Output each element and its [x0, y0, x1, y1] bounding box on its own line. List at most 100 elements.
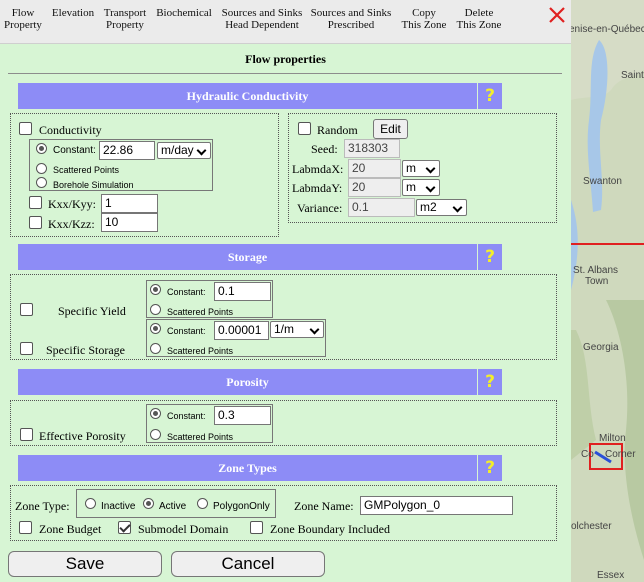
zone-boundary-label: Zone Boundary Included [270, 522, 390, 536]
zone-budget-label: Zone Budget [39, 522, 102, 536]
copy-zone-button[interactable]: Copy This Zone [400, 7, 448, 31]
porosity-input[interactable]: 0.3 [214, 406, 271, 425]
edit-button[interactable]: Edit [373, 119, 408, 139]
random-checkbox[interactable] [298, 122, 311, 135]
map-label: olchester [571, 521, 612, 532]
kxx-kzz-input[interactable]: 10 [101, 213, 158, 232]
specific-yield-input[interactable]: 0.1 [214, 282, 271, 301]
tab-elevation-label: Elevation [51, 7, 95, 19]
kxx-kyy-checkbox[interactable] [29, 196, 42, 209]
lambdax-label: LabmdaX: [292, 162, 344, 176]
specific-storage-label: Specific Storage [46, 343, 125, 357]
lambdax-input[interactable]: 20 [348, 159, 401, 178]
map-label: Town [585, 276, 609, 287]
delete-zone-button[interactable]: Delete This Zone [455, 7, 503, 31]
ss-constant-radio[interactable] [150, 323, 161, 334]
conductivity-scattered-radio[interactable] [36, 163, 47, 174]
conductivity-unit-select[interactable]: m/day [157, 142, 211, 159]
zone-name-input[interactable]: GMPolygon_0 [360, 496, 513, 515]
tab-transport-line2: Property [106, 19, 144, 31]
zone-inactive-label: Inactive [101, 501, 136, 512]
effective-porosity-label: Effective Porosity [39, 429, 126, 443]
ss-scattered-label: Scattered Points [167, 346, 234, 356]
kxx-kzz-checkbox[interactable] [29, 216, 42, 229]
map-label: Swanton [583, 176, 622, 187]
porosity-scattered-label: Scattered Points [167, 432, 234, 442]
variance-unit-select[interactable]: m2 [416, 199, 467, 216]
map-view[interactable]: enise-en-Québec Saint Swanton St. Albans… [571, 0, 644, 582]
map-label: Georgia [583, 342, 619, 353]
delete-zone-line1: Delete [464, 7, 494, 19]
specific-storage-input[interactable]: 0.00001 [214, 321, 269, 340]
variance-input[interactable]: 0.1 [348, 198, 415, 217]
lambday-unit-select[interactable]: m [402, 179, 440, 196]
kxx-kyy-label: Kxx/Kyy: [48, 197, 96, 211]
section-header-porosity: Porosity [18, 369, 477, 395]
zone-active-radio[interactable] [143, 498, 154, 509]
kxx-kyy-input[interactable]: 1 [101, 194, 158, 213]
specific-storage-checkbox[interactable] [20, 342, 33, 355]
section-header-zone-types: Zone Types [18, 455, 477, 481]
tab-flow-property[interactable]: Flow Property [3, 7, 43, 31]
conductivity-checkbox[interactable] [19, 122, 32, 135]
variance-label: Variance: [297, 201, 343, 215]
tab-sources-sinks-prescribed[interactable]: Sources and Sinks Prescribed [309, 7, 393, 31]
effective-porosity-checkbox[interactable] [20, 428, 33, 441]
tab-ss-head-line2: Head Dependent [225, 19, 299, 31]
tab-transport-line1: Transport [103, 7, 147, 19]
zone-polygon-only-label: PolygonOnly [213, 501, 270, 512]
zone-inactive-radio[interactable] [85, 498, 96, 509]
conductivity-constant-radio[interactable] [36, 143, 47, 154]
map-label: Co [581, 449, 594, 460]
help-zone-types-button[interactable]: ? [478, 455, 502, 481]
random-label: Random [317, 123, 358, 137]
zone-active-label: Active [159, 501, 187, 512]
help-icon: ? [485, 247, 495, 267]
tab-ss-head-line1: Sources and Sinks [221, 7, 303, 19]
zone-boundary-checkbox[interactable] [250, 521, 263, 534]
cancel-button[interactable]: Cancel [171, 551, 325, 577]
delete-zone-line2: This Zone [456, 19, 502, 31]
specific-yield-checkbox[interactable] [20, 303, 33, 316]
lambday-label: LabmdaY: [292, 181, 343, 195]
lambdax-unit-select[interactable]: m [402, 160, 440, 177]
map-label: enise-en-Québec [571, 24, 644, 35]
porosity-constant-radio[interactable] [150, 408, 161, 419]
borehole-simulation-radio[interactable] [36, 177, 47, 188]
title-divider [8, 73, 562, 74]
zone-name-label: Zone Name: [294, 499, 354, 513]
porosity-scattered-radio[interactable] [150, 429, 161, 440]
lambday-input[interactable]: 20 [348, 178, 401, 197]
specific-yield-label: Specific Yield [58, 304, 126, 318]
tab-elevation[interactable]: Elevation [49, 7, 97, 19]
zone-polygon-only-radio[interactable] [197, 498, 208, 509]
submodel-domain-checkbox[interactable] [118, 521, 131, 534]
tab-sources-sinks-head-dependent[interactable]: Sources and Sinks Head Dependent [219, 7, 305, 31]
help-icon: ? [485, 372, 495, 392]
copy-zone-line1: Copy [412, 7, 436, 19]
save-button[interactable]: Save [8, 551, 162, 577]
map-label: Corner [605, 449, 636, 460]
tab-flow-property-line2: Property [4, 19, 42, 31]
sy-scattered-radio[interactable] [150, 304, 161, 315]
help-storage-button[interactable]: ? [478, 244, 502, 270]
help-hydraulic-button[interactable]: ? [478, 83, 502, 109]
close-x-icon[interactable] [545, 3, 569, 27]
zone-toolbar: Flow Property Elevation Transport Property… [0, 0, 571, 44]
sy-constant-radio[interactable] [150, 284, 161, 295]
tab-biochemical[interactable]: Biochemical [154, 7, 214, 19]
copy-zone-line2: This Zone [401, 19, 447, 31]
help-porosity-button[interactable]: ? [478, 369, 502, 395]
ss-scattered-radio[interactable] [150, 343, 161, 354]
tab-flow-property-line1: Flow [11, 7, 35, 19]
map-label: St. Albans [573, 265, 619, 276]
conductivity-value-input[interactable]: 22.86 [99, 141, 155, 160]
conductivity-scattered-label: Scattered Points [53, 165, 120, 175]
tab-transport-property[interactable]: Transport Property [101, 7, 149, 31]
zone-budget-checkbox[interactable] [19, 521, 32, 534]
ss-constant-label: Constant: [167, 326, 206, 336]
specific-storage-unit-select[interactable]: 1/m [270, 321, 324, 338]
section-header-storage: Storage [18, 244, 477, 270]
borehole-simulation-label: Borehole Simulation [53, 180, 134, 190]
seed-input[interactable]: 318303 [344, 139, 400, 158]
